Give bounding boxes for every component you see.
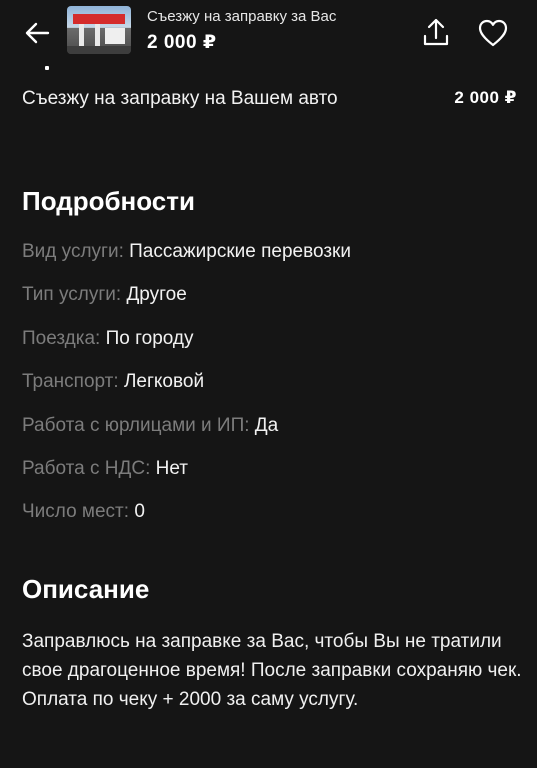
detail-label: Работа с юрлицами и ИП:: [22, 414, 250, 436]
back-button[interactable]: [22, 18, 52, 48]
favorite-button[interactable]: [477, 18, 509, 48]
description-title: Описание: [22, 574, 150, 604]
service-price: 2 000 ₽: [454, 88, 517, 107]
header-price: 2 000 ₽: [147, 32, 217, 53]
top-bar: Съезжу на заправку за Вас 2 000 ₽: [0, 0, 537, 70]
scroll-indicator-dot: [45, 66, 49, 70]
arrow-left-icon: [25, 22, 50, 44]
service-name: Съезжу на заправку на Вашем авто: [22, 88, 338, 109]
detail-value: Нет: [155, 457, 188, 479]
detail-row: Число мест: 0: [22, 499, 351, 542]
heart-outline-icon: [478, 19, 508, 47]
details-list: Вид услуги: Пассажирские перевозки Тип у…: [22, 239, 351, 543]
detail-label: Вид услуги:: [22, 241, 124, 262]
share-upload-icon: [423, 18, 449, 46]
detail-value: 0: [134, 501, 145, 523]
share-button[interactable]: [420, 16, 452, 50]
detail-row: Работа с НДС: Нет: [22, 456, 351, 499]
service-item: Съезжу на заправку на Вашем авто 2 000 ₽: [22, 86, 517, 112]
detail-value: Пассажирские перевозки: [129, 241, 351, 262]
listing-thumbnail[interactable]: [67, 6, 131, 54]
header-title: Съезжу на заправку за Вас: [147, 8, 337, 25]
detail-label: Тип услуги:: [22, 284, 122, 306]
detail-value: По городу: [105, 327, 194, 349]
detail-label: Число мест:: [22, 501, 130, 523]
detail-label: Работа с НДС:: [22, 457, 151, 479]
detail-value: Да: [254, 414, 279, 436]
detail-row: Вид услуги: Пассажирские перевозки: [22, 239, 351, 282]
detail-row: Тип услуги: Другое: [22, 282, 351, 325]
detail-label: Транспорт:: [22, 371, 119, 393]
detail-value: Другое: [126, 284, 187, 306]
description-text: Заправлюсь на заправке за Вас, чтобы Вы …: [22, 631, 522, 710]
detail-label: Поездка:: [22, 327, 101, 349]
detail-row: Транспорт: Легковой: [22, 369, 351, 412]
detail-row: Работа с юрлицами и ИП: Да: [22, 413, 351, 456]
detail-row: Поездка: По городу: [22, 326, 351, 369]
details-title: Подробности: [22, 186, 195, 216]
detail-value: Легковой: [123, 371, 205, 393]
